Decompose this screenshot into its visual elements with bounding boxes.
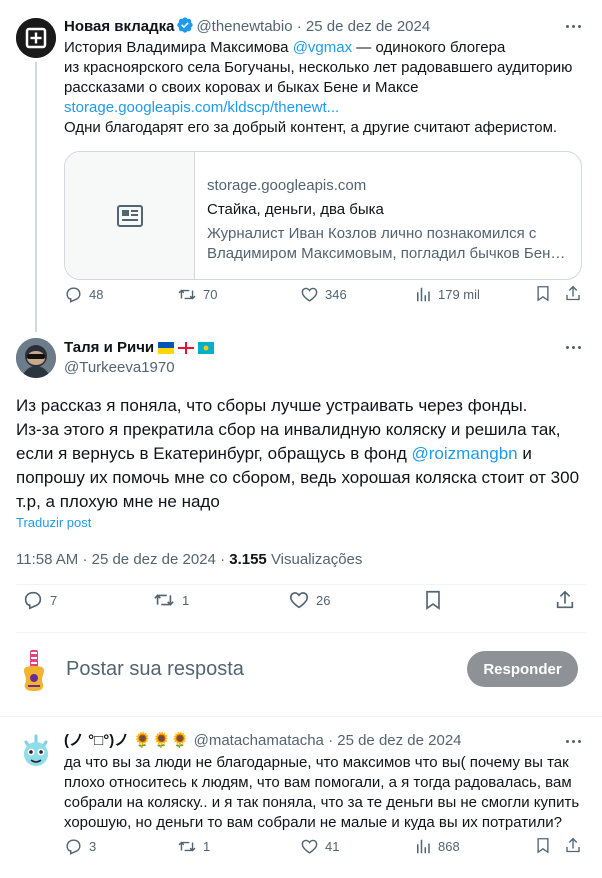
like-button[interactable]: 346 [300,285,347,304]
current-user-avatar[interactable] [16,648,56,692]
share-button[interactable] [564,836,582,855]
views-count: 3.155 [229,551,267,568]
url-link[interactable]: storage.googleapis.com/kldscp/thenewt... [64,98,584,118]
tweet-text: Из рассказ я поняла, что сборы лучше уст… [16,396,580,511]
bookmark-icon [537,838,549,854]
card-thumbnail [65,152,195,279]
like-button[interactable]: 41 [300,837,339,856]
heart-icon [301,839,318,854]
author-name-row: Таля и Ричи [64,338,215,358]
analytics-icon [417,839,430,853]
ukraine-flag-icon [158,342,175,354]
retweet-button[interactable]: 70 [177,285,217,304]
card-domain: storage.googleapis.com [207,177,367,194]
reply-icon [24,591,42,610]
reply-submit-button[interactable]: Responder [467,651,578,687]
mention-link[interactable]: @vgmax [293,39,352,56]
reply-icon [66,286,81,303]
author-handle[interactable]: @matachamatacha [194,732,324,749]
verified-badge-icon [176,16,194,34]
article-icon [116,204,143,227]
tweet-date[interactable]: 25 de dez de 2024 [92,551,216,568]
tweet-date[interactable]: 25 de dez de 2024 [337,732,461,749]
retweet-icon [154,594,174,606]
bookmark-button[interactable] [534,284,552,303]
author-name[interactable]: Таля и Ричи [64,338,154,358]
reply-input[interactable]: Postar sua resposta [66,658,244,681]
author-name[interactable]: (ノ °□°)ノ 🌻🌻🌻 [64,732,189,749]
card-title: Стайка, деньги, два быка [207,201,384,218]
link-preview-card[interactable]: storage.googleapis.com Стайка, деньги, д… [64,151,582,280]
separator-dot: · [296,18,302,35]
views-button[interactable]: 179 mil [414,285,480,304]
tweet-header: (ノ °□°)ノ 🌻🌻🌻 @matachamatacha · 25 de dez… [64,732,462,749]
divider [0,716,602,717]
card-description: Журналист Иван Козлов лично познакомился… [207,225,537,242]
monster-avatar-icon [16,730,56,770]
avatar[interactable] [16,338,56,378]
bookmark-icon [426,590,440,610]
retweet-button[interactable]: 1 [152,589,189,611]
analytics-icon [417,287,430,301]
author-name[interactable]: Новая вкладка [64,18,174,35]
bookmark-button[interactable] [534,836,552,855]
views-button[interactable]: 868 [414,837,460,856]
share-icon [566,285,580,301]
new-tab-logo-icon [16,18,56,58]
avatar[interactable] [16,730,56,770]
translate-link[interactable]: Traduzir post [16,515,91,530]
bookmark-icon [537,286,549,302]
retweet-icon [178,289,196,299]
divider [16,584,586,585]
share-icon [556,590,574,609]
tweet-text: да что вы за люди не благодарные, что ма… [64,754,580,831]
georgia-flag-icon [178,342,195,354]
author-handle[interactable]: @Turkeeva1970 [64,358,175,378]
tweet-date[interactable]: 25 de dez de 2024 [306,18,430,35]
retweet-icon [178,841,196,851]
avatar[interactable] [16,18,56,58]
tweet-header: Новая вкладка @thenewtabio · 25 de dez de… [64,16,430,37]
guitar-avatar-icon [24,650,44,691]
reply-icon [66,838,81,855]
kazakhstan-flag-icon [198,342,215,354]
tweet-meta: 11:58 AM · 25 de dez de 2024 · 3.155 Vis… [16,551,363,568]
views-label: Visualizações [270,551,363,568]
card-description-2: Владимиром Максимовым, погладил бычков Б… [207,245,567,262]
share-icon [566,837,580,853]
heart-icon [301,287,318,302]
heart-icon [289,592,309,609]
reply-button[interactable]: 48 [64,285,103,304]
more-options-icon[interactable] [566,25,581,28]
tweet-time[interactable]: 11:58 AM [16,551,78,568]
retweet-button[interactable]: 1 [177,837,210,856]
more-options-icon[interactable] [566,740,581,743]
mention-link[interactable]: @roizmangbn [412,444,518,463]
reply-button[interactable]: 7 [22,589,57,611]
user-photo-icon [16,338,56,378]
tweet-text: История Владимира Максимова @vgmax — оди… [64,38,584,138]
like-button[interactable]: 26 [288,589,330,611]
more-options-icon[interactable] [566,346,581,349]
thread-line [35,62,37,332]
reply-button[interactable]: 3 [64,837,96,856]
share-button[interactable] [564,284,582,303]
author-handle[interactable]: @thenewtabio [196,18,292,35]
divider [16,632,586,633]
bookmark-button[interactable] [422,589,444,611]
share-button[interactable] [554,589,576,611]
